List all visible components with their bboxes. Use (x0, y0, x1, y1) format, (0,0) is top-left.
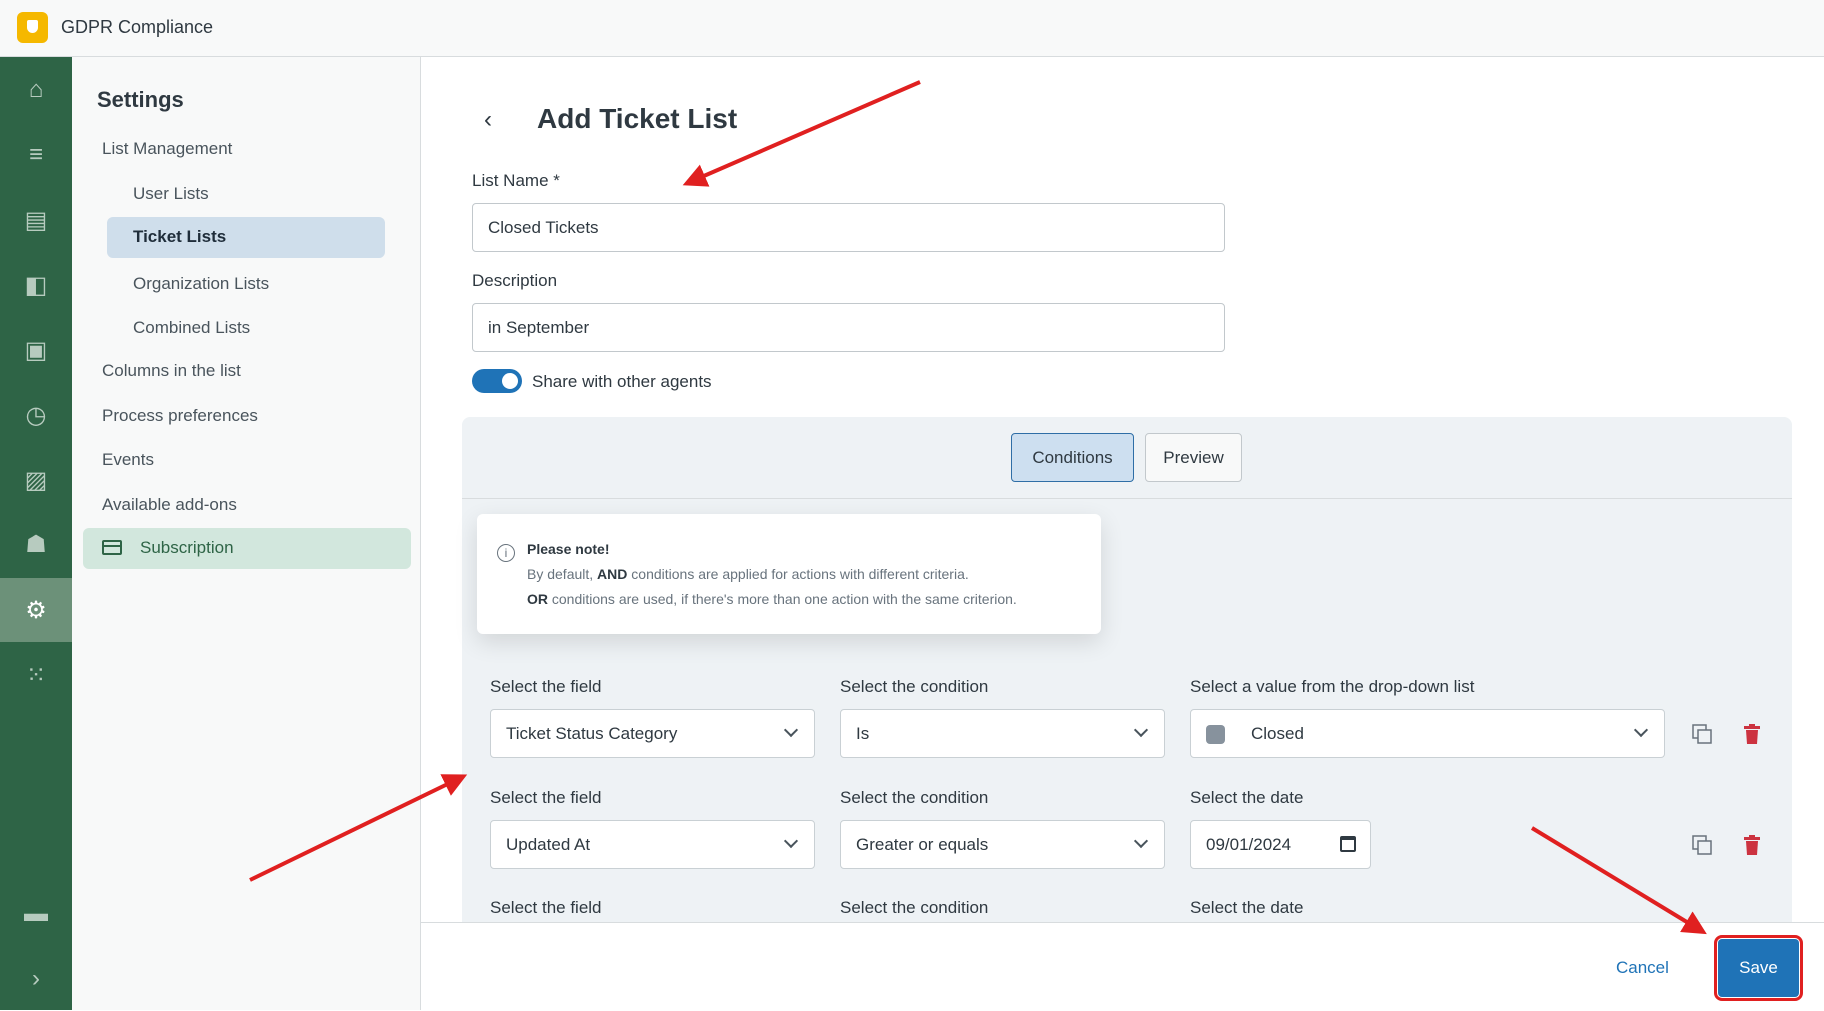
app-title: GDPR Compliance (61, 17, 214, 37)
save-button[interactable]: Save (1714, 935, 1803, 1001)
description-input[interactable]: in September (472, 303, 1225, 352)
sidebar-item-list-management[interactable]: List Management (102, 139, 232, 159)
chevron-down-icon (1633, 722, 1649, 738)
field-label: Select the field (490, 677, 602, 696)
tab-conditions[interactable]: Conditions (1011, 433, 1134, 482)
nav-rail: ⌂ ≡ ▤ ◧ ▣ ◷ ▨ ☗ ⚙ ⁙ ▬ › (0, 57, 72, 1010)
expand-icon[interactable]: › (0, 947, 72, 1011)
sidebar-item-events[interactable]: Events (102, 450, 154, 470)
contacts-icon[interactable]: ◧ (0, 253, 72, 317)
chat-icon[interactable]: ▬ (0, 882, 72, 946)
app-header: GDPR Compliance (0, 0, 1824, 57)
trash-icon[interactable] (1740, 722, 1764, 746)
condition-value: Is (856, 724, 870, 743)
value-select[interactable]: Closed (1190, 709, 1665, 758)
settings-title: Settings (97, 87, 184, 112)
date-label: Select the date (1190, 898, 1304, 917)
chevron-down-icon (1133, 722, 1149, 738)
field-value: Ticket Status Category (506, 724, 678, 743)
note-line-1: By default, AND conditions are applied f… (527, 566, 969, 582)
back-button[interactable]: ‹ (484, 106, 492, 134)
tab-preview[interactable]: Preview (1145, 433, 1242, 482)
field-label: Select the field (490, 788, 602, 807)
note-text: conditions are applied for actions with … (627, 566, 969, 582)
share-label: Share with other agents (532, 372, 712, 391)
chevron-down-icon (783, 722, 799, 738)
clock-icon[interactable]: ◷ (0, 383, 72, 447)
users-lock-icon[interactable]: ☗ (0, 512, 72, 576)
sidebar-item-columns[interactable]: Columns in the list (102, 361, 241, 381)
note-text: conditions are used, if there's more tha… (548, 591, 1017, 607)
condition-select[interactable]: Is (840, 709, 1165, 758)
settings-sidebar: Settings List Management User Lists Tick… (72, 57, 421, 1010)
footer-bar (421, 922, 1824, 1010)
home-icon[interactable]: ⌂ (0, 58, 72, 122)
sidebar-item-process-preferences[interactable]: Process preferences (102, 406, 258, 426)
sidebar-item-add-ons[interactable]: Available add-ons (102, 495, 237, 515)
cancel-button[interactable]: Cancel (1616, 958, 1669, 978)
app-logo (17, 12, 48, 43)
condition-value: Greater or equals (856, 835, 989, 854)
copy-icon[interactable] (1690, 722, 1714, 746)
note-text: By default, (527, 566, 598, 582)
note-line-2: OR conditions are used, if there's more … (527, 591, 1017, 607)
gear-icon[interactable]: ⚙ (0, 578, 72, 642)
list-name-label: List Name * (472, 171, 560, 190)
trash-icon[interactable] (1740, 833, 1764, 857)
page-title: Add Ticket List (537, 103, 738, 134)
views-icon[interactable]: ≡ (0, 123, 72, 187)
condition-label: Select the condition (840, 788, 989, 807)
field-select[interactable]: Updated At (490, 820, 815, 869)
note-bold: OR (527, 591, 548, 607)
chevron-down-icon (1133, 833, 1149, 849)
description-label: Description (472, 271, 558, 290)
credit-card-icon (102, 540, 122, 555)
calendar-icon[interactable] (1340, 836, 1356, 852)
date-value: 09/01/2024 (1206, 835, 1292, 854)
tabs-divider (462, 498, 1792, 499)
condition-label: Select the condition (840, 677, 989, 696)
sidebar-item-user-lists[interactable]: User Lists (133, 184, 209, 204)
reports-icon[interactable]: ▨ (0, 448, 72, 512)
date-label: Select the date (1190, 788, 1304, 807)
share-toggle[interactable] (472, 369, 522, 393)
value-label: Select a value from the drop-down list (1190, 677, 1475, 696)
apps-icon[interactable]: ⁙ (0, 643, 72, 707)
field-value: Updated At (506, 835, 591, 854)
inbox-icon[interactable]: ▤ (0, 188, 72, 252)
copy-icon[interactable] (1690, 833, 1714, 857)
status-swatch (1206, 725, 1225, 744)
date-input[interactable]: 09/01/2024 (1190, 820, 1371, 869)
sidebar-item-ticket-lists[interactable]: Ticket Lists (107, 217, 385, 258)
condition-label: Select the condition (840, 898, 989, 917)
note-box: i Please note! By default, AND condition… (477, 514, 1101, 634)
note-bold: AND (597, 566, 628, 582)
value-text: Closed (1251, 724, 1304, 743)
condition-select[interactable]: Greater or equals (840, 820, 1165, 869)
subscription-label: Subscription (140, 538, 234, 557)
note-title: Please note! (527, 541, 610, 557)
sidebar-item-organization-lists[interactable]: Organization Lists (133, 274, 269, 294)
sidebar-item-subscription[interactable]: Subscription (83, 528, 411, 569)
field-select[interactable]: Ticket Status Category (490, 709, 815, 758)
chevron-down-icon (783, 833, 799, 849)
sidebar-item-combined-lists[interactable]: Combined Lists (133, 318, 250, 338)
list-name-input[interactable]: Closed Tickets (472, 203, 1225, 252)
field-label: Select the field (490, 898, 602, 917)
info-icon: i (497, 544, 515, 562)
badge-icon[interactable]: ▣ (0, 318, 72, 382)
